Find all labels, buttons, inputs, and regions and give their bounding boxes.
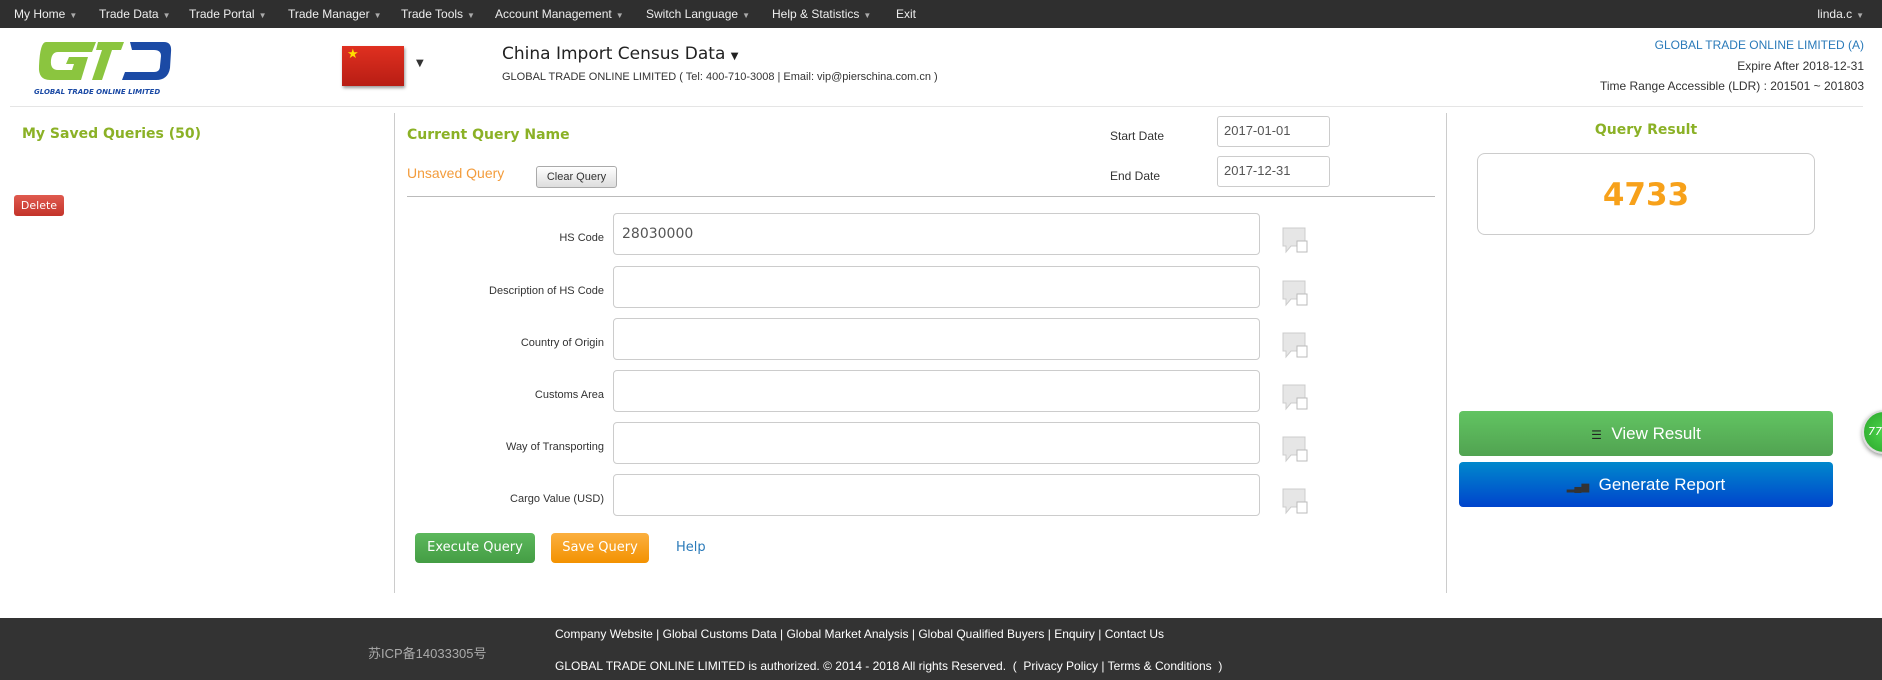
right-divider — [1446, 113, 1447, 593]
terms-link[interactable]: Terms & Conditions — [1108, 659, 1212, 673]
nav-help-statistics[interactable]: Help & Statistics ▼ — [772, 0, 871, 28]
footer-links: Company Website | Global Customs Data | … — [555, 627, 1165, 641]
query-divider — [407, 196, 1435, 197]
nav-label: Trade Tools — [401, 7, 464, 21]
comment-icon[interactable] — [1281, 383, 1309, 411]
generate-report-label: Generate Report — [1598, 475, 1726, 494]
comment-icon[interactable] — [1281, 279, 1309, 307]
comment-icon[interactable] — [1281, 487, 1309, 515]
contact-info: GLOBAL TRADE ONLINE LIMITED ( Tel: 400-7… — [502, 71, 938, 83]
nav-switch-language[interactable]: Switch Language ▼ — [646, 0, 750, 28]
way-of-transporting-label: Way of Transporting — [505, 441, 604, 453]
nav-label: Exit — [896, 7, 917, 21]
footer-link[interactable]: Global Customs Data — [663, 627, 777, 641]
nav-my-home[interactable]: My Home ▼ — [14, 0, 77, 28]
current-query-name-label: Current Query Name — [407, 127, 570, 143]
country-of-origin-label: Country of Origin — [520, 337, 604, 349]
nav-exit[interactable]: Exit — [896, 0, 916, 28]
nav-trade-manager[interactable]: Trade Manager ▼ — [288, 0, 382, 28]
nav-label: Account Management — [495, 7, 612, 21]
way-of-transporting-input[interactable] — [613, 422, 1260, 464]
page-title: China Import Census Data — [502, 44, 726, 64]
query-result-title: Query Result — [1594, 122, 1698, 138]
star-icon: ★ — [347, 47, 359, 62]
delete-button[interactable]: Delete — [14, 195, 64, 216]
country-of-origin-input[interactable] — [613, 318, 1260, 360]
footer-link[interactable]: Enquiry — [1054, 627, 1095, 641]
view-result-label: View Result — [1611, 424, 1701, 443]
user-menu[interactable]: linda.c ▼ — [1817, 0, 1864, 28]
generate-report-button[interactable]: ▂▄▆ Generate Report — [1459, 462, 1833, 507]
cargo-value-label: Cargo Value (USD) — [510, 493, 604, 505]
comment-icon[interactable] — [1281, 226, 1309, 254]
nav-account-management[interactable]: Account Management ▼ — [495, 0, 624, 28]
left-divider — [394, 113, 395, 593]
expire-date: Expire After 2018-12-31 — [1737, 59, 1864, 73]
comment-icon[interactable] — [1281, 331, 1309, 359]
nav-label: My Home — [14, 7, 66, 21]
start-date-label: Start Date — [1110, 129, 1165, 143]
hs-code-input[interactable]: 28030000 — [613, 213, 1260, 255]
comment-icon[interactable] — [1281, 435, 1309, 463]
logo-text: GLOBAL TRADE ONLINE LIMITED — [34, 88, 161, 96]
hs-description-label: Description of HS Code — [489, 285, 604, 297]
footer-link[interactable]: Global Market Analysis — [786, 627, 908, 641]
account-name: GLOBAL TRADE ONLINE LIMITED (A) — [1654, 38, 1864, 52]
logo-graphic — [38, 42, 172, 80]
end-date-input[interactable]: 2017-12-31 — [1217, 156, 1330, 187]
cargo-value-input[interactable] — [613, 474, 1260, 516]
header-divider — [10, 106, 1863, 107]
nav-label: Trade Portal — [189, 7, 255, 21]
save-query-button[interactable]: Save Query — [551, 533, 649, 563]
nav-label: Switch Language — [646, 7, 739, 21]
icp-number: 苏ICP备14033305号 — [368, 646, 487, 661]
logo[interactable]: GLOBAL TRADE ONLINE LIMITED — [34, 38, 176, 98]
floating-badge[interactable]: 77 — [1862, 410, 1882, 454]
execute-query-button[interactable]: Execute Query — [415, 533, 535, 563]
footer-link[interactable]: Contact Us — [1105, 627, 1164, 641]
country-dropdown-caret-icon[interactable]: ▼ — [416, 58, 424, 69]
clear-query-button[interactable]: Clear Query — [536, 166, 617, 188]
hs-description-input[interactable] — [613, 266, 1260, 308]
result-count: 4733 — [1477, 153, 1815, 235]
privacy-policy-link[interactable]: Privacy Policy — [1023, 659, 1098, 673]
list-icon: ☰ — [1591, 428, 1602, 442]
time-range: Time Range Accessible (LDR) : 201501 ~ 2… — [1599, 79, 1864, 93]
footer-link[interactable]: Company Website — [555, 627, 653, 641]
query-name: Unsaved Query — [407, 165, 505, 181]
start-date-input[interactable]: 2017-01-01 — [1217, 116, 1330, 147]
country-flag-china[interactable]: ★ — [342, 46, 404, 86]
customs-area-input[interactable] — [613, 370, 1260, 412]
nav-trade-tools[interactable]: Trade Tools ▼ — [401, 0, 475, 28]
copyright-text: GLOBAL TRADE ONLINE LIMITED is authorize… — [555, 659, 1007, 673]
view-result-button[interactable]: ☰ View Result — [1459, 411, 1833, 456]
top-nav: My Home ▼ Trade Data ▼ Trade Portal ▼ Trade… — [0, 0, 1882, 28]
saved-queries-title: My Saved Queries (50) — [22, 126, 202, 142]
chevron-down-icon: ▼ — [730, 51, 739, 62]
customs-area-label: Customs Area — [534, 389, 604, 401]
help-link[interactable]: Help — [676, 540, 706, 555]
footer-copyright-line: GLOBAL TRADE ONLINE LIMITED is authorize… — [555, 659, 1223, 673]
bar-chart-icon: ▂▄▆ — [1566, 482, 1590, 493]
database-selector[interactable]: China Import Census Data ▼ — [502, 44, 738, 64]
nav-trade-portal[interactable]: Trade Portal ▼ — [189, 0, 267, 28]
footer-link[interactable]: Global Qualified Buyers — [918, 627, 1044, 641]
nav-label: Trade Data — [99, 7, 159, 21]
nav-label: Trade Manager — [288, 7, 370, 21]
end-date-label: End Date — [1110, 169, 1161, 183]
hs-code-label: HS Code — [559, 232, 604, 244]
nav-trade-data[interactable]: Trade Data ▼ — [99, 0, 171, 28]
user-name: linda.c — [1817, 7, 1853, 21]
nav-label: Help & Statistics — [772, 7, 860, 21]
